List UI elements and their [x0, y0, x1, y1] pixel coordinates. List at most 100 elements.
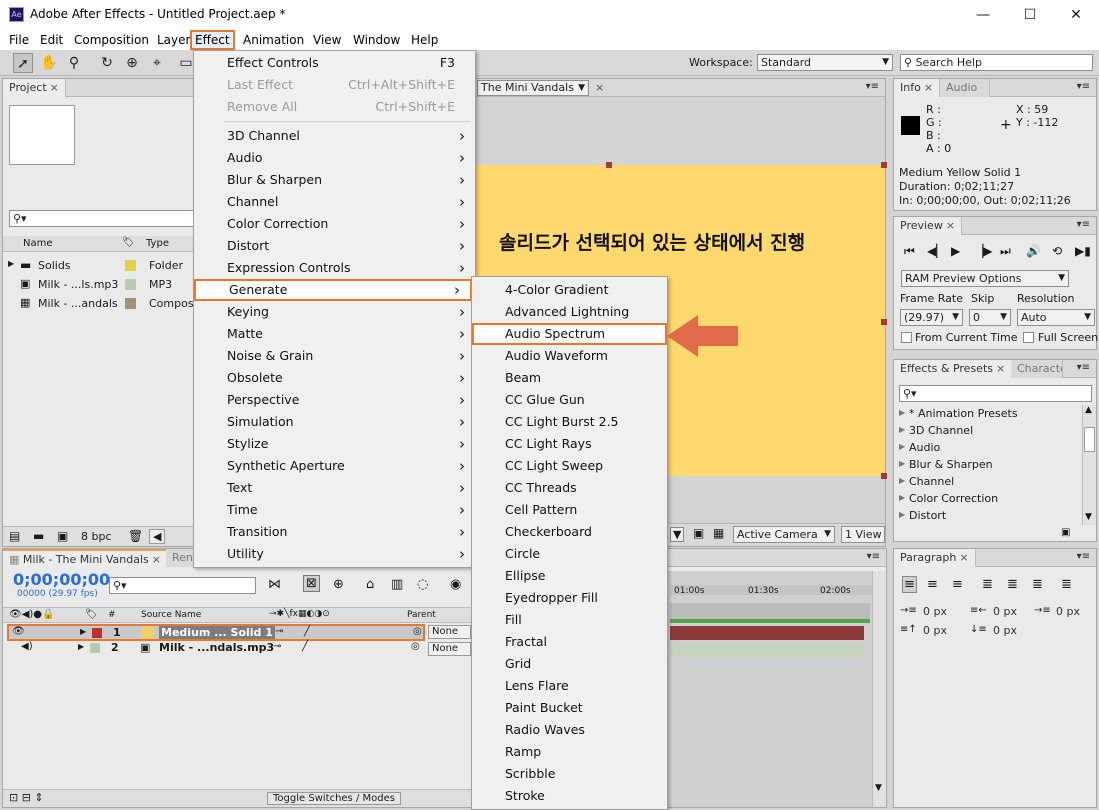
menu-item-text[interactable]: Text › — [194, 477, 475, 499]
column-type[interactable]: Type — [146, 238, 169, 249]
menu-item-perspective[interactable]: Perspective › — [194, 389, 475, 411]
close-icon[interactable]: × — [946, 219, 955, 232]
submenu-item-ellipse[interactable]: Ellipse — [472, 565, 667, 587]
layer-bar-audio[interactable] — [670, 643, 864, 657]
menu-edit[interactable]: Edit — [38, 32, 65, 48]
orbit-camera-icon[interactable]: ⊕ — [122, 53, 142, 73]
tab-timeline[interactable]: ▦ Milk - The Mini Vandals × — [3, 549, 168, 567]
scroll-down-icon[interactable]: ▼ — [1085, 512, 1092, 522]
menu-item-last-effect[interactable]: Last Effect Ctrl+Alt+Shift+E — [194, 74, 475, 96]
timecode[interactable]: 0;00;00;00 — [13, 570, 110, 589]
transparency-grid-icon[interactable]: ▦ — [713, 526, 724, 540]
list-item[interactable]: ▶ Blur & Sharpen — [894, 456, 1081, 473]
tab-audio[interactable]: Audio — [940, 79, 990, 97]
list-item[interactable]: ▦ Milk - ...andals Compos — [3, 294, 194, 313]
expand-arrow-icon[interactable]: ▶ — [899, 408, 905, 417]
quality-switch-icon[interactable]: ╱ — [302, 641, 308, 652]
align-right-icon[interactable]: ≡ — [952, 577, 963, 592]
tab-info[interactable]: Info × — [894, 79, 941, 97]
menu-view[interactable]: View — [311, 32, 343, 48]
solid-handle[interactable] — [881, 319, 887, 325]
menu-item-obsolete[interactable]: Obsolete › — [194, 367, 475, 389]
toggle-switches-button[interactable]: Toggle Switches / Modes — [267, 792, 401, 805]
submenu-item-grid[interactable]: Grid — [472, 653, 667, 675]
search-help-field[interactable]: ⚲ Search Help — [900, 54, 1093, 71]
submenu-item-cc-glue-gun[interactable]: CC Glue Gun — [472, 389, 667, 411]
close-button[interactable]: ✕ — [1053, 3, 1099, 27]
column-source-name[interactable]: Source Name — [141, 610, 201, 620]
parent-select[interactable]: None — [428, 625, 471, 639]
menu-item-synthetic-aperture[interactable]: Synthetic Aperture › — [194, 455, 475, 477]
play-icon[interactable]: ▶ — [951, 244, 960, 258]
expand-arrow-icon[interactable]: ▶ — [899, 459, 905, 468]
close-icon[interactable]: × — [924, 81, 933, 94]
indent-right-value[interactable]: 0 px — [993, 605, 1017, 618]
loop-icon[interactable]: ⟲ — [1052, 244, 1062, 258]
menu-item-remove-all[interactable]: Remove All Ctrl+Shift+E — [194, 96, 475, 118]
interpret-footage-icon[interactable]: ▤ — [9, 529, 20, 543]
label-swatch[interactable] — [92, 628, 102, 638]
space-after-value[interactable]: 0 px — [993, 624, 1017, 637]
timeline-search-input[interactable]: ⚲▾ — [109, 577, 256, 594]
from-current-checkbox[interactable] — [901, 332, 912, 343]
menu-item-audio[interactable]: Audio › — [194, 147, 475, 169]
time-navigator[interactable] — [670, 603, 870, 619]
new-folder-icon[interactable]: ▬ — [33, 529, 44, 543]
view-layout-select[interactable]: 1 View — [841, 526, 885, 543]
table-row[interactable]: ◀) ▶ 2 ▣ Milk - ...ndals.mp3 ⊸ ╱ ◎ — [7, 641, 425, 658]
pickwhip-icon[interactable]: ◎ — [413, 626, 422, 637]
panel-menu-icon[interactable]: ▾≡ — [1077, 219, 1090, 230]
expand-arrow-icon[interactable]: ▶ — [899, 425, 905, 434]
eye-icon[interactable]: 👁 — [12, 626, 25, 637]
selection-tool-icon[interactable]: ➚ — [13, 53, 33, 73]
submenu-item-cc-light-burst-2-5[interactable]: CC Light Burst 2.5 — [472, 411, 667, 433]
submenu-item-stroke[interactable]: Stroke — [472, 785, 667, 807]
panel-menu-icon[interactable]: ▾≡ — [1077, 551, 1090, 562]
solid-handle[interactable] — [606, 162, 612, 168]
justify-right-icon[interactable]: ≣ — [1032, 577, 1043, 592]
align-left-icon[interactable]: ≡ — [902, 576, 917, 593]
audio-icon[interactable]: 🔊 — [1026, 244, 1041, 258]
first-frame-icon[interactable]: ⏮ — [904, 244, 915, 259]
close-icon[interactable]: × — [959, 551, 968, 564]
shy-switch-icon[interactable]: ⊸ — [275, 626, 283, 637]
layer-name[interactable]: Milk - ...ndals.mp3 — [159, 641, 274, 654]
tab-project[interactable]: Project × — [3, 79, 66, 97]
camera-select[interactable]: Active Camera ▼ — [733, 526, 835, 543]
menu-item-channel[interactable]: Channel › — [194, 191, 475, 213]
layer-bar-solid[interactable] — [670, 626, 864, 640]
panel-menu-icon[interactable]: ▾≡ — [867, 551, 880, 562]
comp-mini-flowchart-icon[interactable]: ⋈ — [268, 577, 281, 592]
submenu-item-circle[interactable]: Circle — [472, 543, 667, 565]
menu-file[interactable]: File — [7, 32, 31, 48]
submenu-item-advanced-lightning[interactable]: Advanced Lightning — [472, 301, 667, 323]
resolution-select[interactable]: Auto ▼ — [1017, 309, 1095, 326]
menu-window[interactable]: Window — [351, 32, 402, 48]
last-frame-icon[interactable]: ⏭ — [1000, 244, 1011, 259]
menu-item-distort[interactable]: Distort › — [194, 235, 475, 257]
frame-blending-icon[interactable]: ▥ — [391, 577, 403, 592]
tab-render-queue[interactable]: Ren — [166, 549, 196, 567]
submenu-item-scribble[interactable]: Scribble — [472, 763, 667, 785]
submenu-item-cc-threads[interactable]: CC Threads — [472, 477, 667, 499]
menu-item-color-correction[interactable]: Color Correction › — [194, 213, 475, 235]
next-frame-icon[interactable]: ▕▶ — [974, 244, 992, 258]
expand-arrow-icon[interactable]: ▶ — [899, 476, 905, 485]
expand-arrow-icon[interactable]: ▶ — [899, 493, 905, 502]
skip-select[interactable]: 0 ▼ — [969, 309, 1011, 326]
list-item[interactable]: ▶ Distort — [894, 507, 1081, 524]
solid-handle[interactable] — [881, 162, 887, 168]
indent-left-value[interactable]: 0 px — [923, 605, 947, 618]
track-xy-icon[interactable]: ⌖ — [147, 53, 167, 73]
panel-menu-icon[interactable]: ▾≡ — [866, 81, 879, 92]
project-search-input[interactable]: ⚲▾ — [9, 210, 195, 227]
panel-menu-icon[interactable]: ▾≡ — [1077, 81, 1090, 92]
submenu-item-cc-light-sweep[interactable]: CC Light Sweep — [472, 455, 667, 477]
scroll-left-button[interactable]: ◀ — [149, 529, 166, 544]
minimize-button[interactable]: — — [960, 3, 1006, 27]
draft-3d-icon[interactable]: ⊕ — [333, 577, 344, 592]
rotate-tool-icon[interactable]: ↻ — [97, 53, 117, 73]
close-icon[interactable]: × — [996, 362, 1005, 375]
tab-character[interactable]: Characte — [1011, 360, 1063, 378]
menu-item-generate[interactable]: Generate › — [194, 279, 472, 301]
